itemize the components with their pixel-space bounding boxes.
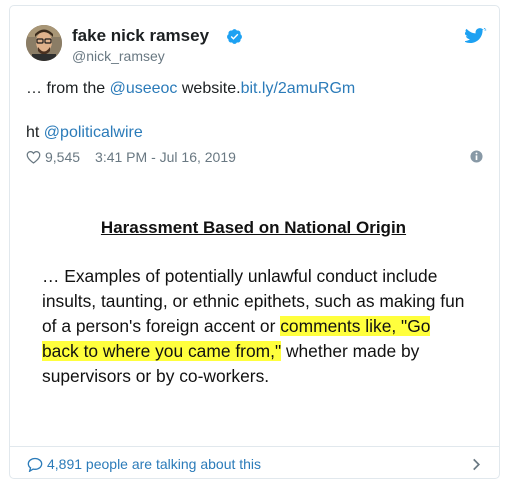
mention-link-useeoc[interactable]: @useeoc (110, 80, 178, 97)
tweet-media-image[interactable]: Harassment Based on National Origin … Ex… (20, 194, 487, 444)
tweet-text: … from the (26, 80, 110, 97)
info-icon[interactable] (470, 150, 483, 163)
document-heading: Harassment Based on National Origin (100, 218, 407, 237)
document-line: of a person's foreign accent or comments… (42, 316, 431, 337)
highlighted-text: back to where you came from," (42, 341, 282, 361)
document-text: whether made by (281, 341, 420, 361)
url-link[interactable]: bit.ly/2amuRGm (241, 80, 356, 97)
tweet-text: ht (26, 124, 44, 141)
document-line: back to where you came from," whether ma… (42, 341, 419, 362)
avatar-image (26, 25, 62, 61)
author-display-name[interactable]: fake nick ramsey (72, 26, 209, 46)
document-line: … Examples of potentially unlawful condu… (42, 266, 438, 286)
comment-icon (27, 457, 43, 472)
mention-link-politicalwire[interactable]: @politicalwire (44, 124, 143, 141)
tweet-timestamp[interactable]: 3:41 PM - Jul 16, 2019 (95, 149, 236, 165)
conversation-footer[interactable]: 4,891 people are talking about this (10, 446, 499, 479)
document-line: supervisors or by co-workers. (42, 366, 270, 386)
highlighted-text: comments like, "Go (280, 316, 431, 336)
tweet-meta: 9,545 3:41 PM - Jul 16, 2019 (26, 149, 236, 165)
tweet-text-line-2: ht @politicalwire (26, 124, 143, 142)
document-text: of a person's foreign accent or (42, 316, 281, 336)
avatar[interactable] (26, 25, 62, 61)
embedded-tweet-card: fake nick ramsey @nick_ramsey … from the… (9, 5, 500, 479)
document-line: insults, taunting, or ethnic epithets, s… (42, 291, 465, 311)
twitter-bird-icon[interactable] (465, 28, 487, 46)
conversation-link[interactable]: 4,891 people are talking about this (47, 456, 261, 472)
tweet-text: website. (177, 80, 241, 97)
author-handle[interactable]: @nick_ramsey (72, 48, 165, 64)
verified-badge-icon (227, 29, 242, 44)
chevron-right-icon[interactable] (472, 458, 481, 471)
tweet-text-line-1: … from the @useeoc website.bit.ly/2amuRG… (26, 80, 355, 98)
like-count[interactable]: 9,545 (45, 149, 80, 165)
heart-icon[interactable] (26, 150, 41, 164)
